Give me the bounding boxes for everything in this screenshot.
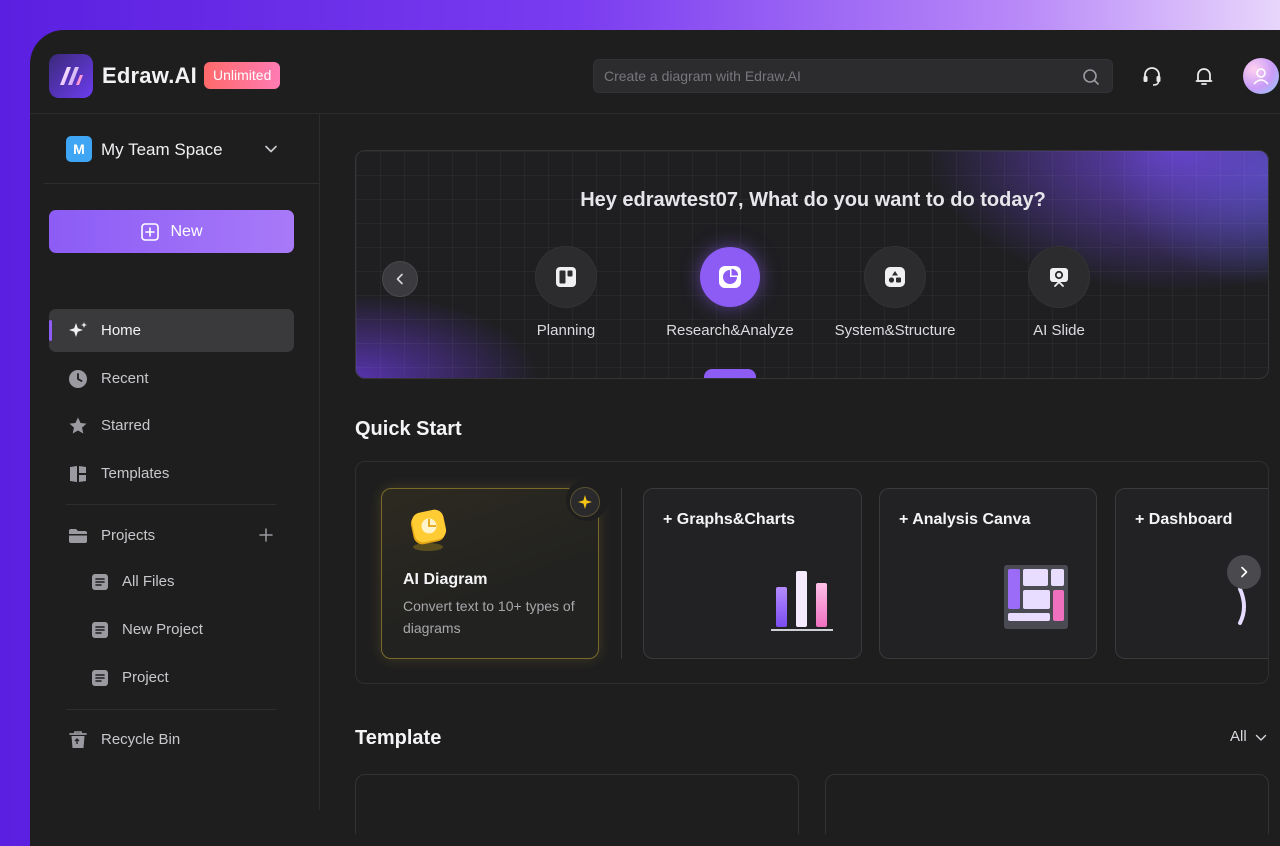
sidebar-item-label: Recycle Bin (101, 731, 181, 748)
recycle-bin-icon (69, 731, 87, 748)
project-item-all-files[interactable]: All Files (90, 567, 290, 597)
card-title: + Analysis Canva (899, 511, 1031, 528)
sidebar: M My Team Space New Home Recent Starred … (30, 114, 320, 810)
project-item-label: New Project (122, 621, 203, 638)
app-window: Edraw.AI Unlimited Create a diagram with… (30, 30, 1280, 846)
sidebar-item-templates[interactable]: Templates (49, 452, 294, 495)
dashboard-icon (1238, 587, 1246, 625)
category-label: AI Slide (1033, 322, 1085, 339)
templates-icon (70, 466, 86, 482)
template-filter-dropdown[interactable]: All (1230, 728, 1267, 748)
category-label: System&Structure (834, 322, 956, 339)
clock-icon (69, 370, 87, 388)
project-item-label: Project (122, 669, 169, 686)
ai-diagram-card[interactable]: AI Diagram Convert text to 10+ types of … (381, 479, 608, 659)
category-system-structure[interactable]: System&Structure (815, 247, 975, 347)
folder-icon (69, 529, 87, 543)
plan-badge[interactable]: Unlimited (204, 62, 281, 89)
card-title: + Graphs&Charts (663, 511, 796, 528)
category-research-analyze[interactable]: Research&Analyze (650, 247, 810, 347)
bell-icon[interactable] (1193, 65, 1215, 87)
star-icon (69, 417, 87, 434)
new-button-label: New (170, 222, 203, 240)
structure-icon (865, 247, 925, 307)
category-ai-slide[interactable]: AI Slide (979, 247, 1139, 347)
planning-icon (536, 247, 596, 307)
quick-start-panel: AI Diagram Convert text to 10+ types of … (355, 461, 1269, 684)
team-switcher[interactable]: M My Team Space (66, 136, 278, 162)
analysis-canva-card[interactable]: + Analysis Canva (879, 488, 1097, 659)
new-button[interactable]: New (49, 210, 294, 253)
ai-diagram-icon (410, 509, 447, 551)
category-planning[interactable]: Planning (486, 247, 646, 347)
ai-diagram-title: AI Diagram (403, 571, 488, 588)
sidebar-item-label: Home (101, 322, 142, 339)
sidebar-item-recent[interactable]: Recent (49, 357, 294, 400)
divider (44, 183, 320, 184)
chevron-right-icon (1241, 566, 1248, 578)
hero-prev-button[interactable] (382, 261, 418, 297)
category-label: Research&Analyze (666, 322, 794, 339)
sidebar-item-label: Starred (101, 417, 151, 434)
search-input[interactable] (604, 60, 1074, 92)
user-icon (1253, 68, 1269, 85)
top-bar: Edraw.AI Unlimited (30, 30, 1280, 114)
ai-diagram-description: Convert text to 10+ types of diagrams (403, 598, 575, 636)
sidebar-item-label: Templates (101, 465, 170, 482)
pie-chart-icon (700, 247, 760, 307)
ai-slide-icon (1029, 247, 1089, 307)
avatar[interactable] (1243, 58, 1279, 94)
card-title: + Dashboard (1135, 511, 1233, 528)
sparkle-icon (570, 487, 600, 517)
chevron-down-icon (1255, 734, 1267, 741)
hero-banner: Hey edrawtest07, What do you want to do … (355, 150, 1269, 379)
chevron-left-icon (396, 273, 403, 285)
canvas-layout-icon (1004, 565, 1068, 629)
graphs-charts-card[interactable]: + Graphs&Charts (643, 488, 862, 659)
project-item-label: All Files (122, 573, 175, 590)
sparkle-icon (69, 322, 87, 337)
template-card[interactable] (355, 774, 799, 834)
category-label: Planning (536, 322, 596, 339)
hero-greeting: Hey edrawtest07, What do you want to do … (580, 189, 1046, 211)
template-card[interactable] (825, 774, 1269, 834)
logo-icon[interactable] (49, 54, 93, 98)
sidebar-item-starred[interactable]: Starred (49, 404, 294, 447)
headset-icon[interactable] (1141, 65, 1163, 87)
sidebar-item-recycle-bin[interactable]: Recycle Bin (49, 718, 294, 761)
chevron-down-icon[interactable] (264, 142, 278, 156)
template-title: Template (355, 727, 442, 749)
category-active-indicator (704, 369, 756, 378)
search-bar[interactable] (593, 59, 1113, 93)
team-avatar: M (66, 136, 92, 162)
sidebar-item-home[interactable]: Home (49, 309, 294, 352)
sidebar-item-projects[interactable]: Projects (49, 514, 294, 557)
project-item-project[interactable]: Project (90, 663, 290, 693)
bar-chart-icon (771, 571, 833, 631)
file-list-icon (92, 670, 108, 686)
sidebar-item-label: Recent (101, 370, 149, 387)
quick-start-next-button[interactable] (1227, 555, 1261, 589)
add-project-icon[interactable] (258, 527, 274, 543)
divider (66, 504, 276, 505)
team-name: My Team Space (101, 140, 223, 159)
search-icon[interactable] (1082, 68, 1100, 86)
project-item-new-project[interactable]: New Project (90, 615, 290, 645)
sidebar-item-label: Projects (101, 527, 156, 544)
filter-label: All (1230, 728, 1247, 745)
divider (66, 709, 276, 710)
file-list-icon (92, 622, 108, 638)
quick-start-title: Quick Start (355, 418, 462, 440)
file-list-icon (92, 574, 108, 590)
divider (621, 488, 622, 659)
plus-square-icon (141, 222, 160, 241)
brand-name: Edraw.AI (102, 63, 197, 88)
